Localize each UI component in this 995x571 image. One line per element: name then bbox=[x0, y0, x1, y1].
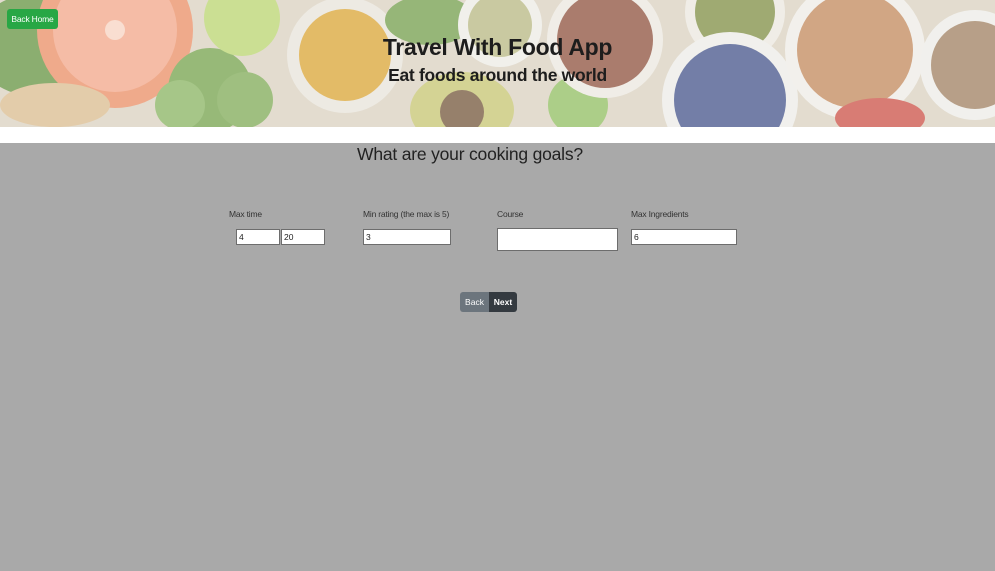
divider-strip bbox=[0, 127, 995, 143]
page: Travel With Food App Eat foods around th… bbox=[0, 0, 995, 571]
banner-overlay bbox=[0, 0, 995, 127]
app-title: Travel With Food App bbox=[382, 34, 613, 60]
next-button[interactable]: Next bbox=[489, 292, 517, 312]
cooking-goals-heading: What are your cooking goals? bbox=[357, 144, 583, 164]
course-select[interactable] bbox=[497, 228, 618, 251]
min-rating-label: Min rating (the max is 5) bbox=[363, 209, 450, 219]
max-ingredients-input[interactable] bbox=[631, 229, 737, 245]
max-ingredients-label: Max Ingredients bbox=[631, 209, 689, 219]
app-subtitle: Eat foods around the world bbox=[388, 65, 607, 85]
course-label: Course bbox=[497, 209, 524, 219]
goals-form-area: What are your cooking goals? Max time Mi… bbox=[0, 143, 995, 571]
max-time-max-input[interactable] bbox=[281, 229, 325, 245]
min-rating-input[interactable] bbox=[363, 229, 451, 245]
back-home-button[interactable]: Back Home bbox=[7, 9, 58, 29]
max-time-min-input[interactable] bbox=[236, 229, 280, 245]
max-time-label: Max time bbox=[229, 209, 262, 219]
back-button[interactable]: Back bbox=[460, 292, 489, 312]
header-banner: Travel With Food App Eat foods around th… bbox=[0, 0, 995, 127]
